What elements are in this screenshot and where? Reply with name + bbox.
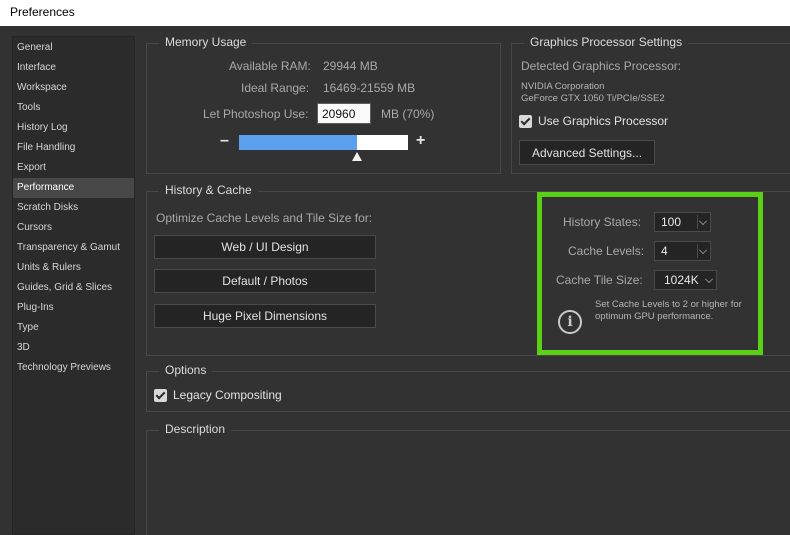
sidebar-item-history-log[interactable]: History Log xyxy=(13,118,134,138)
sidebar-item-general[interactable]: General xyxy=(13,38,134,58)
memory-usage-legend: Memory Usage xyxy=(159,35,253,49)
sidebar-item-guides-grid-slices[interactable]: Guides, Grid & Slices xyxy=(13,278,134,298)
ideal-range-value: 16469-21559 MB xyxy=(323,81,416,95)
legacy-compositing-checkbox[interactable] xyxy=(154,389,167,402)
available-ram-label: Available RAM: xyxy=(229,59,311,73)
title-bar: Preferences xyxy=(0,0,790,26)
sidebar-item-performance[interactable]: Performance xyxy=(13,178,134,198)
chevron-down-icon xyxy=(699,217,707,225)
memory-slider-track[interactable] xyxy=(239,135,408,150)
description-legend: Description xyxy=(159,422,232,436)
use-gpu-label[interactable]: Use Graphics Processor xyxy=(538,114,668,128)
memory-slider-fill xyxy=(239,135,357,150)
sidebar-item-type[interactable]: Type xyxy=(13,318,134,338)
cache-levels-label: Cache Levels: xyxy=(568,244,645,258)
sidebar-item-interface[interactable]: Interface xyxy=(13,58,134,78)
history-states-select[interactable]: 100 xyxy=(654,212,711,232)
history-states-label: History States: xyxy=(563,215,642,229)
history-cache-legend: History & Cache xyxy=(159,183,258,197)
gpu-vendor: NVIDIA Corporation xyxy=(521,81,605,92)
chevron-down-icon xyxy=(699,246,707,254)
window-title: Preferences xyxy=(10,5,75,19)
use-gpu-checkbox[interactable] xyxy=(519,115,532,128)
ideal-range-label: Ideal Range: xyxy=(241,81,310,95)
sidebar-item-cursors[interactable]: Cursors xyxy=(13,218,134,238)
cache-tile-size-value: 1024K xyxy=(664,273,699,287)
history-states-value: 100 xyxy=(661,215,682,229)
description-group: Description xyxy=(146,422,790,535)
let-photoshop-use-label: Let Photoshop Use: xyxy=(203,107,309,121)
memory-unit-label: MB (70%) xyxy=(381,107,435,121)
available-ram-value: 29944 MB xyxy=(323,59,378,73)
gpu-model: GeForce GTX 1050 Ti/PCIe/SSE2 xyxy=(521,93,665,104)
cache-tile-size-select[interactable]: 1024K xyxy=(654,270,717,290)
cache-tile-size-label: Cache Tile Size: xyxy=(556,273,643,287)
info-icon: i xyxy=(558,310,582,334)
memory-increase-button[interactable]: + xyxy=(416,132,425,150)
huge-pixel-dimensions-button[interactable]: Huge Pixel Dimensions xyxy=(154,304,376,328)
advanced-settings-button[interactable]: Advanced Settings... xyxy=(519,140,655,165)
sidebar-item-file-handling[interactable]: File Handling xyxy=(13,138,134,158)
options-legend: Options xyxy=(159,363,213,377)
sidebar-item-workspace[interactable]: Workspace xyxy=(13,78,134,98)
gpu-cache-note: Set Cache Levels to 2 or higher for opti… xyxy=(595,299,742,322)
optimize-cache-label: Optimize Cache Levels and Tile Size for: xyxy=(156,211,373,225)
sidebar-item-tools[interactable]: Tools xyxy=(13,98,134,118)
sidebar-item-transparency-gamut[interactable]: Transparency & Gamut xyxy=(13,238,134,258)
chevron-down-icon xyxy=(705,275,713,283)
sidebar-item-3d[interactable]: 3D xyxy=(13,338,134,358)
legacy-compositing-label[interactable]: Legacy Compositing xyxy=(173,388,282,402)
cache-levels-select[interactable]: 4 xyxy=(654,241,711,261)
web-ui-design-button[interactable]: Web / UI Design xyxy=(154,235,376,259)
sidebar-item-plug-ins[interactable]: Plug-Ins xyxy=(13,298,134,318)
sidebar-item-scratch-disks[interactable]: Scratch Disks xyxy=(13,198,134,218)
cache-levels-value: 4 xyxy=(661,244,668,258)
sidebar-item-export[interactable]: Export xyxy=(13,158,134,178)
sidebar-nav: General Interface Workspace Tools Histor… xyxy=(12,36,135,535)
memory-slider-thumb[interactable] xyxy=(352,152,362,161)
sidebar-item-technology-previews[interactable]: Technology Previews xyxy=(13,358,134,378)
memory-decrease-button[interactable]: – xyxy=(220,132,229,150)
graphics-processor-legend: Graphics Processor Settings xyxy=(524,35,689,49)
detected-gpu-label: Detected Graphics Processor: xyxy=(521,59,682,73)
sidebar-item-units-rulers[interactable]: Units & Rulers xyxy=(13,258,134,278)
default-photos-button[interactable]: Default / Photos xyxy=(154,269,376,293)
memory-amount-input[interactable] xyxy=(317,103,371,124)
